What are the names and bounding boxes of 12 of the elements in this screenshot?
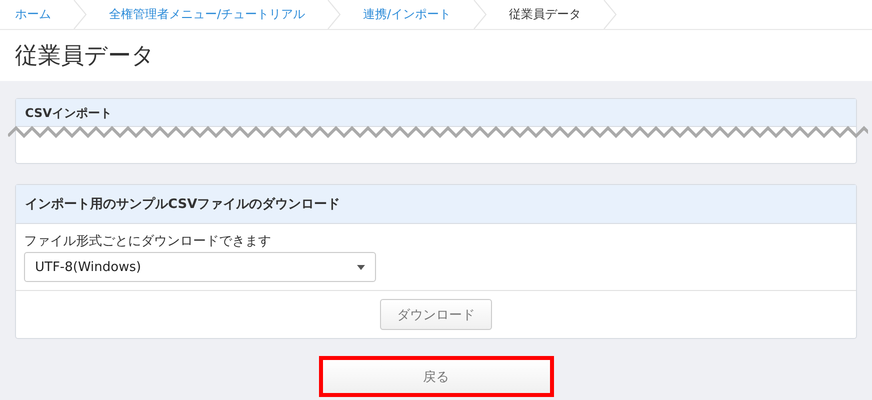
current-page-label: 従業員データ [509, 6, 582, 23]
breadcrumb-link[interactable]: 連携/インポート [363, 6, 474, 23]
format-label: ファイル形式ごとにダウンロードできます [24, 233, 272, 250]
format-select[interactable]: UTF-8(Windows) [24, 252, 376, 282]
card-title: インポート用のサンプルCSVファイルのダウンロード [25, 197, 340, 212]
breadcrumb-link[interactable]: 全権管理者メニュー/チュートリアル [109, 6, 328, 23]
download-button[interactable]: ダウンロード [380, 299, 492, 330]
card-title: CSVインポート [25, 106, 112, 120]
back-button[interactable]: 戻る [318, 356, 554, 397]
caret-icon [357, 264, 365, 270]
page-title: 従業員データ [15, 42, 155, 71]
breadcrumb-link[interactable]: ホーム [15, 6, 73, 23]
